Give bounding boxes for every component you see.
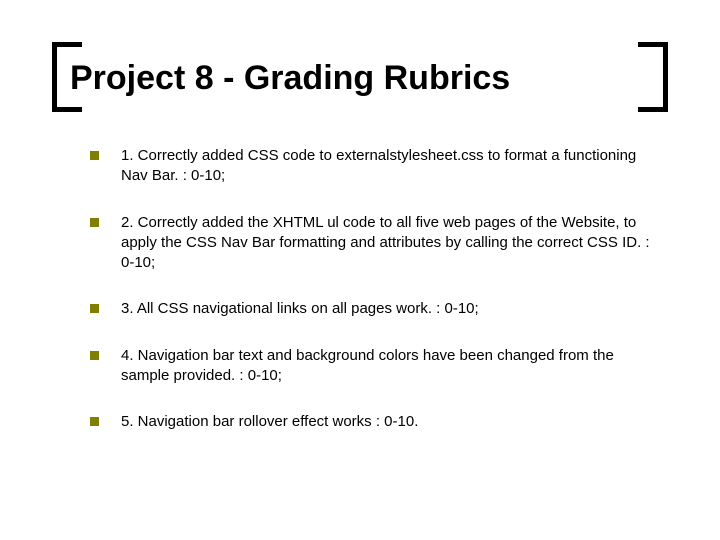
list-item-text: 2. Correctly added the XHTML ul code to … xyxy=(121,213,650,274)
list-item-text: 1. Correctly added CSS code to externals… xyxy=(121,146,650,187)
slide: Project 8 - Grading Rubrics 1. Correctly… xyxy=(0,0,720,540)
page-title: Project 8 - Grading Rubrics xyxy=(70,50,650,106)
list-item-text: 5. Navigation bar rollover effect works … xyxy=(121,412,650,432)
list-item: 3. All CSS navigational links on all pag… xyxy=(90,299,650,319)
square-bullet-icon xyxy=(90,218,99,227)
bracket-left-icon xyxy=(52,42,82,112)
list-item: 4. Navigation bar text and background co… xyxy=(90,346,650,387)
square-bullet-icon xyxy=(90,304,99,313)
square-bullet-icon xyxy=(90,417,99,426)
list-item: 1. Correctly added CSS code to externals… xyxy=(90,146,650,187)
list-item-text: 3. All CSS navigational links on all pag… xyxy=(121,299,650,319)
bracket-right-icon xyxy=(638,42,668,112)
title-wrap: Project 8 - Grading Rubrics xyxy=(70,50,650,106)
square-bullet-icon xyxy=(90,151,99,160)
square-bullet-icon xyxy=(90,351,99,360)
list-item-text: 4. Navigation bar text and background co… xyxy=(121,346,650,387)
list-item: 2. Correctly added the XHTML ul code to … xyxy=(90,213,650,274)
rubric-list: 1. Correctly added CSS code to externals… xyxy=(70,146,650,432)
list-item: 5. Navigation bar rollover effect works … xyxy=(90,412,650,432)
